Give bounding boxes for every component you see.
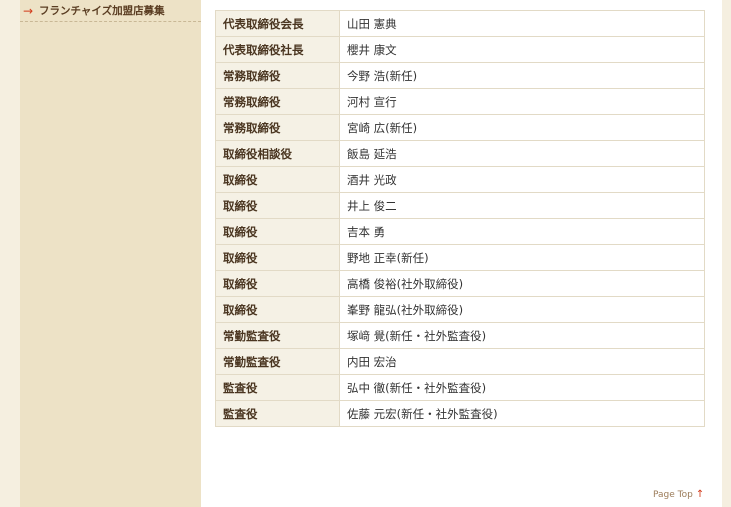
table-row: 監査役 弘中 徹(新任・社外監査役) — [215, 374, 705, 401]
table-row: 常務取締役 宮崎 広(新任) — [215, 114, 705, 141]
officer-title: 取締役 — [215, 270, 340, 297]
officer-title: 監査役 — [215, 400, 340, 427]
table-row: 常勤監査役 塚﨑 覺(新任・社外監査役) — [215, 322, 705, 349]
officer-title: 代表取締役会長 — [215, 10, 340, 37]
officer-name: 酒井 光政 — [339, 166, 705, 193]
table-row: 取締役 吉本 勇 — [215, 218, 705, 245]
officer-title: 取締役 — [215, 296, 340, 323]
outer-right-margin — [722, 0, 731, 507]
officer-name: 宮崎 広(新任) — [339, 114, 705, 141]
officer-name: 櫻井 康文 — [339, 36, 705, 63]
arrow-right-icon: → — [23, 3, 34, 18]
arrow-up-icon: ↑ — [695, 489, 705, 500]
officer-title: 取締役 — [215, 244, 340, 271]
officer-title: 監査役 — [215, 374, 340, 401]
officers-table: 代表取締役会長 山田 憲典 代表取締役社長 櫻井 康文 常務取締役 今野 浩(新任) 常務取… — [215, 10, 705, 427]
sidebar: → フランチャイズ加盟店募集 — [20, 0, 201, 507]
officer-name: 井上 俊二 — [339, 192, 705, 219]
page: → フランチャイズ加盟店募集 代表取締役会長 山田 憲典 代表取締役社長 櫻井 康文常… — [0, 0, 731, 507]
table-row: 常勤監査役 内田 宏治 — [215, 348, 705, 375]
officer-title: 取締役 — [215, 166, 340, 193]
officer-title: 常勤監査役 — [215, 322, 340, 349]
sidebar-item-franchise[interactable]: → フランチャイズ加盟店募集 — [20, 0, 201, 22]
officer-name: 今野 浩(新任) — [339, 62, 705, 89]
table-row: 取締役相談役 飯島 延浩 — [215, 140, 705, 167]
table-row: 取締役 高橋 俊裕(社外取締役) — [215, 270, 705, 297]
table-row: 常務取締役 河村 宣行 — [215, 88, 705, 115]
officer-name: 河村 宣行 — [339, 88, 705, 115]
officer-title: 常務取締役 — [215, 62, 340, 89]
officer-title: 常務取締役 — [215, 114, 340, 141]
main-content: 代表取締役会長 山田 憲典 代表取締役社長 櫻井 康文 常務取締役 今野 浩(新任) 常務取… — [201, 0, 722, 507]
table-row: 取締役 井上 俊二 — [215, 192, 705, 219]
page-top-label: Page Top — [653, 490, 693, 500]
page-top-link[interactable]: Page Top ↑ — [653, 489, 705, 501]
officer-name: 高橋 俊裕(社外取締役) — [339, 270, 705, 297]
table-row: 取締役 峯野 龍弘(社外取締役) — [215, 296, 705, 323]
sidebar-item-label: フランチャイズ加盟店募集 — [39, 5, 165, 17]
officer-name: 山田 憲典 — [339, 10, 705, 37]
officer-name: 峯野 龍弘(社外取締役) — [339, 296, 705, 323]
officer-title: 取締役相談役 — [215, 140, 340, 167]
table-row: 取締役 野地 正幸(新任) — [215, 244, 705, 271]
officer-name: 飯島 延浩 — [339, 140, 705, 167]
outer-left-margin — [0, 0, 20, 507]
officer-title: 取締役 — [215, 192, 340, 219]
officer-title: 取締役 — [215, 218, 340, 245]
table-row: 代表取締役社長 櫻井 康文 — [215, 36, 705, 63]
table-row: 代表取締役会長 山田 憲典 — [215, 10, 705, 37]
officer-name: 吉本 勇 — [339, 218, 705, 245]
officer-title: 常務取締役 — [215, 88, 340, 115]
officer-name: 野地 正幸(新任) — [339, 244, 705, 271]
officer-title: 代表取締役社長 — [215, 36, 340, 63]
table-row: 常務取締役 今野 浩(新任) — [215, 62, 705, 89]
officer-name: 弘中 徹(新任・社外監査役) — [339, 374, 705, 401]
officers-table-body: 代表取締役会長 山田 憲典 代表取締役社長 櫻井 康文 常務取締役 今野 浩(新任) 常務取… — [215, 10, 705, 427]
officer-title: 常勤監査役 — [215, 348, 340, 375]
officer-name: 内田 宏治 — [339, 348, 705, 375]
table-row: 監査役 佐藤 元宏(新任・社外監査役) — [215, 400, 705, 427]
officer-name: 塚﨑 覺(新任・社外監査役) — [339, 322, 705, 349]
table-row: 取締役 酒井 光政 — [215, 166, 705, 193]
officer-name: 佐藤 元宏(新任・社外監査役) — [339, 400, 705, 427]
